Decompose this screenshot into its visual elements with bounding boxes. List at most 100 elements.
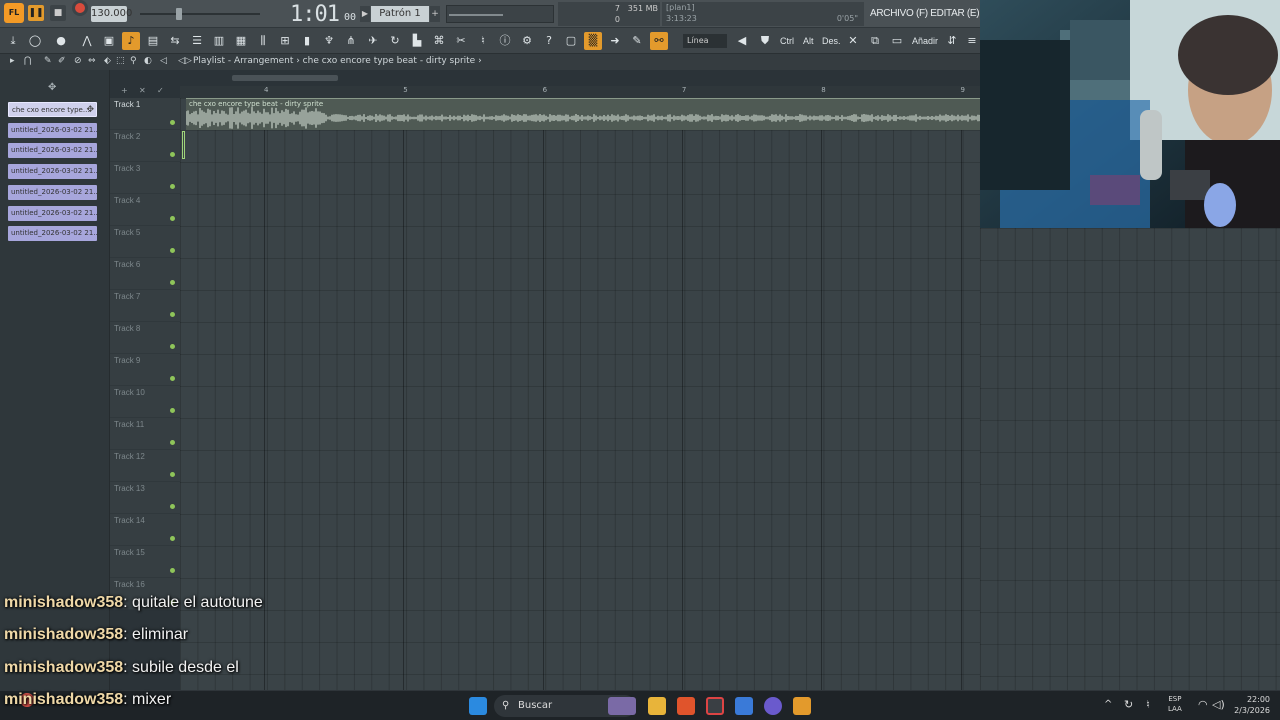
info-icon[interactable]: ⓘ <box>496 32 514 50</box>
copy-icon[interactable]: ⧉ <box>866 32 884 50</box>
track-mute-led-icon[interactable] <box>170 472 175 477</box>
link-icon[interactable]: ⚯ <box>650 32 668 50</box>
track-mute-led-icon[interactable] <box>170 536 175 541</box>
track-header[interactable]: Track 2 <box>110 130 180 162</box>
track-header[interactable]: Track 11 <box>110 418 180 450</box>
piano-roll-icon[interactable]: ▥ <box>210 32 228 50</box>
master-volume-handle[interactable] <box>176 8 182 20</box>
alt-button[interactable]: Alt <box>803 36 814 46</box>
song-time-display[interactable]: 1:01 <box>290 2 340 27</box>
marker-icon[interactable]: ⇵ <box>943 32 961 50</box>
track-mute-led-icon[interactable] <box>170 440 175 445</box>
fl-studio-taskbar-icon[interactable] <box>793 697 811 715</box>
track-mute-led-icon[interactable] <box>170 504 175 509</box>
add-button[interactable]: Añadir <box>912 36 938 46</box>
volume-icon[interactable]: ◁) <box>1212 698 1225 711</box>
metronome-knob-icon[interactable]: ● <box>52 32 70 50</box>
speaker-tool-icon[interactable]: ◁ <box>160 56 167 66</box>
typing-keyboard-icon[interactable]: ⇆ <box>166 32 184 50</box>
plug-icon[interactable]: ✈ <box>364 32 382 50</box>
remove-track-icon[interactable]: ✕ <box>139 86 146 95</box>
settings-icon[interactable]: ⚙ <box>518 32 536 50</box>
track-header[interactable]: Track 5 <box>110 226 180 258</box>
track-mute-led-icon[interactable] <box>170 184 175 189</box>
playlist-grid[interactable] <box>180 98 980 690</box>
track-mute-led-icon[interactable] <box>170 280 175 285</box>
track-header[interactable]: Track 10 <box>110 386 180 418</box>
track-mute-led-icon[interactable] <box>170 120 175 125</box>
check-icon[interactable]: ✓ <box>157 86 164 95</box>
clip-item-pattern[interactable]: untitled_2026-03-02 21... <box>8 122 97 138</box>
playlist-grid-right[interactable] <box>980 228 1280 690</box>
playlist-icon[interactable]: ☰ <box>188 32 206 50</box>
mixer-icon[interactable]: ⫼ <box>254 32 272 50</box>
track-mute-led-icon[interactable] <box>170 248 175 253</box>
track-header[interactable]: Track 12 <box>110 450 180 482</box>
horizontal-scrollbar[interactable] <box>232 75 338 81</box>
add-track-icon[interactable]: + <box>121 86 128 95</box>
microphone-icon[interactable]: ♮ <box>474 32 492 50</box>
help-icon[interactable]: ? <box>540 32 558 50</box>
slice-tool-icon[interactable]: ⬖ <box>104 56 111 66</box>
fl-logo-icon[interactable]: FL <box>4 3 24 23</box>
update-icon[interactable]: ↻ <box>1124 698 1133 711</box>
cut-icon[interactable]: ✂ <box>452 32 470 50</box>
track-mute-led-icon[interactable] <box>170 376 175 381</box>
stop-icon[interactable]: ■ <box>50 5 66 21</box>
record-icon[interactable] <box>72 0 88 16</box>
track-header[interactable]: Track 15 <box>110 546 180 578</box>
track-header[interactable]: Track 8 <box>110 322 180 354</box>
track-header[interactable]: Track 1 <box>110 98 180 130</box>
add-pattern-button[interactable]: + <box>430 6 440 22</box>
loop-icon[interactable]: ◯ <box>26 32 44 50</box>
clip-item-pattern[interactable]: untitled_2026-03-02 21... <box>8 164 97 180</box>
clip-item-pattern[interactable]: untitled_2026-03-02 21... <box>8 143 97 159</box>
track-header[interactable]: Track 6 <box>110 258 180 290</box>
snap-grid-icon[interactable]: ▒ <box>584 32 602 50</box>
save-icon[interactable]: ▙ <box>408 32 426 50</box>
discord-icon[interactable] <box>764 697 782 715</box>
track-header[interactable]: Track 13 <box>110 482 180 514</box>
arrow-right-icon[interactable]: ➜ <box>606 32 624 50</box>
zoom-tool-icon[interactable]: ⚲ <box>130 56 137 66</box>
clip-item-audio[interactable]: che cxo encore type... ✥ <box>8 102 97 117</box>
tray-expand-icon[interactable]: ^ <box>1104 699 1112 710</box>
play-icon[interactable]: ▸ <box>10 56 15 66</box>
clip-move-icon[interactable]: ✥ <box>86 103 94 116</box>
clip-item-pattern[interactable]: untitled_2026-03-02 21... <box>8 184 97 200</box>
mute-icon[interactable]: ◀ <box>733 32 751 50</box>
system-clock[interactable]: 22:00 2/3/2026 <box>1232 694 1270 716</box>
track-header[interactable]: Track 9 <box>110 354 180 386</box>
wifi-icon[interactable]: ◠ <box>1198 698 1208 711</box>
step-edit-icon[interactable]: ♪ <box>122 32 140 50</box>
scroll-left-icon[interactable]: ◁▷ <box>178 56 192 66</box>
refresh-icon[interactable]: ↻ <box>386 32 404 50</box>
count-in-icon[interactable]: ▣ <box>100 32 118 50</box>
channel-rack-icon[interactable]: ▦ <box>232 32 250 50</box>
stamp-icon[interactable]: ⛊ <box>756 32 774 50</box>
track-mute-led-icon[interactable] <box>170 152 175 157</box>
move-icon[interactable]: ✥ <box>48 82 56 93</box>
windows-start-icon[interactable] <box>469 697 487 715</box>
snap-selector[interactable]: Línea <box>683 34 727 48</box>
window-icon[interactable]: ▢ <box>562 32 580 50</box>
clip-item-pattern[interactable]: untitled_2026-03-02 21... <box>8 226 97 242</box>
paint-tool-icon[interactable]: ✐ <box>58 56 66 66</box>
file-explorer-icon[interactable] <box>648 697 666 715</box>
blend-icon[interactable]: ▤ <box>144 32 162 50</box>
master-volume-slider[interactable] <box>140 13 260 15</box>
track-header[interactable]: Track 7 <box>110 290 180 322</box>
track-mute-led-icon[interactable] <box>170 344 175 349</box>
audio-clip[interactable]: che cxo encore type beat - dirty sprite <box>186 98 980 130</box>
slip-tool-icon[interactable]: ⇔ <box>88 56 96 66</box>
draw-tool-icon[interactable]: ✎ <box>44 56 52 66</box>
plugin-icon[interactable]: ♆ <box>320 32 338 50</box>
playhead-marker[interactable] <box>182 131 185 159</box>
track-mute-led-icon[interactable] <box>170 568 175 573</box>
brave-browser-icon[interactable] <box>677 697 695 715</box>
download-icon[interactable]: ⤓ <box>4 32 22 50</box>
pause-icon[interactable]: ❚❚ <box>28 5 44 21</box>
microphone-tray-icon[interactable]: ♮ <box>1146 698 1150 711</box>
browser-icon[interactable]: ⊞ <box>276 32 294 50</box>
track-mute-led-icon[interactable] <box>170 312 175 317</box>
